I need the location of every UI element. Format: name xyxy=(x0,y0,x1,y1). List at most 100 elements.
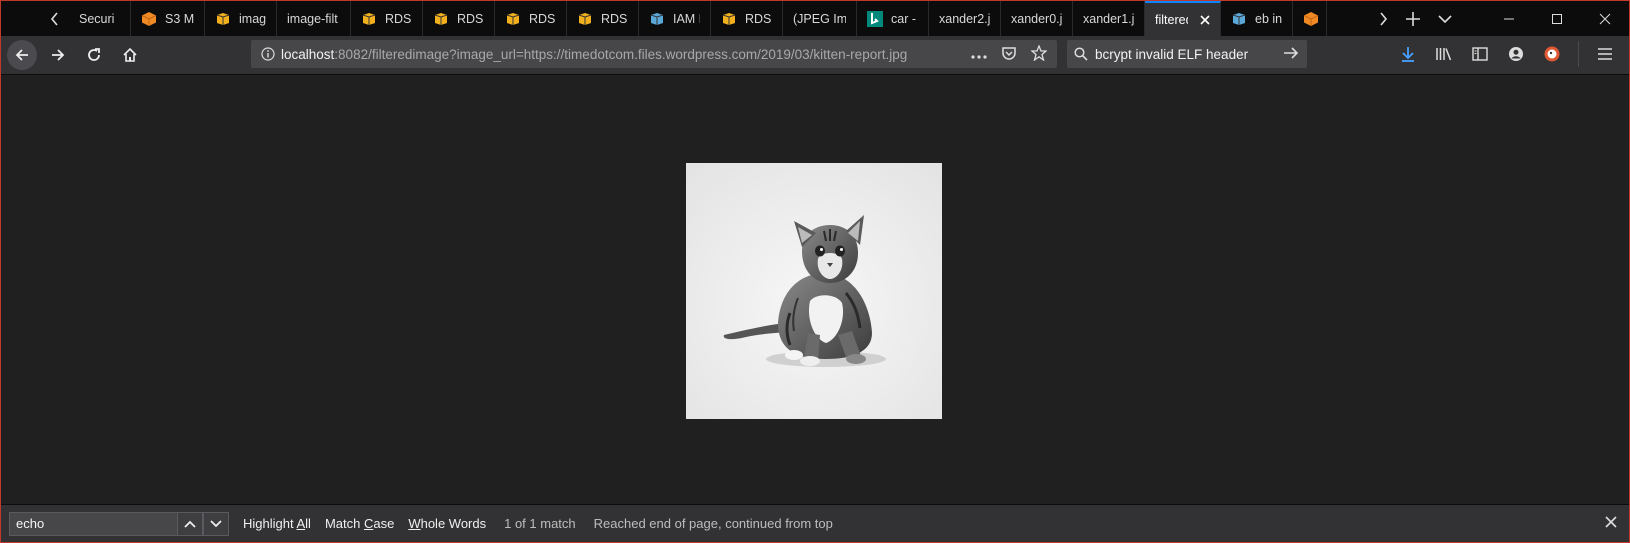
find-next-button[interactable] xyxy=(203,511,229,536)
window-controls xyxy=(1485,1,1629,36)
chevron-left-icon xyxy=(50,11,58,26)
aws-yellow-box-icon xyxy=(505,11,521,27)
page-actions-button[interactable] xyxy=(971,47,987,62)
tab-5[interactable]: RDS · / xyxy=(351,1,423,36)
tab-12[interactable]: car - B xyxy=(857,1,929,36)
tab-8[interactable]: RDS · / xyxy=(567,1,639,36)
chevron-down-icon xyxy=(210,519,222,527)
tab-1[interactable]: Securi xyxy=(69,1,131,36)
minimize-icon xyxy=(1504,18,1514,19)
home-button[interactable] xyxy=(115,40,145,70)
find-bar: Highlight All Match Case Whole Words 1 o… xyxy=(1,504,1629,542)
duckduckgo-extension-button[interactable] xyxy=(1542,44,1562,64)
tab-label: RDS · / xyxy=(457,11,484,26)
back-button[interactable] xyxy=(7,40,37,70)
tab-11[interactable]: (JPEG Imac xyxy=(783,1,857,36)
toolbar-right xyxy=(1398,40,1623,68)
tab-17[interactable]: eb init xyxy=(1221,1,1293,36)
url-bar[interactable]: localhost:8082/filteredimage?image_url=h… xyxy=(251,40,1057,68)
plus-icon xyxy=(1406,11,1420,26)
aws-yellow-box-icon xyxy=(215,11,231,27)
match-case-accesskey: C xyxy=(363,516,374,531)
pocket-button[interactable] xyxy=(1001,45,1017,64)
minimize-button[interactable] xyxy=(1485,1,1533,36)
search-input[interactable]: bcrypt invalid ELF header xyxy=(1095,47,1248,62)
page-content xyxy=(1,75,1629,505)
whole-words-label-end: hole Words xyxy=(420,516,487,531)
new-tab-button[interactable] xyxy=(1397,1,1429,36)
tab-close-button[interactable] xyxy=(1200,12,1210,28)
list-all-tabs-button[interactable] xyxy=(1429,1,1461,36)
close-icon xyxy=(1200,14,1210,25)
library-button[interactable] xyxy=(1434,44,1454,64)
highlight-all-toggle[interactable]: Highlight All xyxy=(243,516,311,531)
tab-16[interactable]: filtered xyxy=(1145,1,1221,36)
tab-scroll-right-button[interactable] xyxy=(1369,1,1397,36)
arrow-left-icon xyxy=(15,49,28,61)
kitten-image xyxy=(686,163,942,419)
highlight-all-label-end: ll xyxy=(305,516,311,531)
bing-icon xyxy=(867,10,883,27)
tab-9[interactable]: IAM D xyxy=(639,1,711,36)
aws-orange-cube-icon xyxy=(1303,11,1319,27)
tab-label: IAM D xyxy=(673,11,700,26)
reload-icon xyxy=(88,48,100,61)
find-input[interactable] xyxy=(9,511,177,536)
tab-10[interactable]: RDS · / xyxy=(711,1,783,36)
tab-13[interactable]: xander2.jp xyxy=(929,1,1001,36)
more-horizontal-icon xyxy=(971,54,987,59)
find-close-button[interactable] xyxy=(1605,515,1617,533)
tab-6[interactable]: RDS · / xyxy=(423,1,495,36)
downloads-button[interactable] xyxy=(1398,44,1418,64)
filtered-kitten-image xyxy=(686,163,942,419)
site-info-icon[interactable] xyxy=(255,47,281,61)
match-case-label-start: Match xyxy=(324,516,364,531)
find-previous-button[interactable] xyxy=(177,511,203,536)
tab-4[interactable]: image-filt xyxy=(277,1,351,36)
tab-label: car - B xyxy=(891,11,918,26)
tab-18[interactable]: A xyxy=(1293,1,1327,36)
find-match-count: 1 of 1 match xyxy=(504,516,576,531)
download-icon xyxy=(1402,47,1414,62)
account-button[interactable] xyxy=(1506,44,1526,64)
whole-words-accesskey: W xyxy=(408,516,421,531)
tab-label: Securi xyxy=(79,11,115,26)
tab-scroll-left-button[interactable] xyxy=(41,1,69,36)
tab-label: RDS · / xyxy=(601,11,628,26)
search-go-button[interactable] xyxy=(1283,46,1299,63)
chevron-right-icon xyxy=(1380,11,1388,26)
tab-label: eb init xyxy=(1255,11,1282,26)
library-icon xyxy=(1436,48,1452,61)
reload-button[interactable] xyxy=(79,40,109,70)
tab-label: S3 Ma xyxy=(165,11,194,26)
close-icon xyxy=(1599,13,1611,24)
sidebar-button[interactable] xyxy=(1470,44,1490,64)
maximize-button[interactable] xyxy=(1533,1,1581,36)
tab-14[interactable]: xander0.jp xyxy=(1001,1,1073,36)
highlight-all-label-start: Highlight xyxy=(243,516,297,531)
search-bar[interactable]: bcrypt invalid ELF header xyxy=(1067,40,1307,68)
aws-yellow-box-icon xyxy=(721,11,737,27)
tab-label: xander2.jp xyxy=(939,11,990,26)
url-host: localhost xyxy=(281,46,335,62)
tab-label: image xyxy=(239,11,266,26)
account-icon xyxy=(1509,47,1523,61)
find-status-message: Reached end of page, continued from top xyxy=(593,516,833,531)
tab-7[interactable]: RDS · / xyxy=(495,1,567,36)
whole-words-toggle[interactable]: Whole Words xyxy=(408,516,486,531)
tab-3[interactable]: image xyxy=(205,1,277,36)
arrow-right-icon xyxy=(52,49,65,61)
match-case-toggle[interactable]: Match Case xyxy=(325,516,394,531)
tab-label: (JPEG Imac xyxy=(793,11,846,26)
aws-blue-box-icon xyxy=(1231,11,1247,27)
bookmark-star-button[interactable] xyxy=(1030,43,1048,64)
tab-label: xander1.jp xyxy=(1083,11,1134,26)
menu-button[interactable] xyxy=(1595,44,1615,64)
home-icon xyxy=(123,47,137,62)
arrow-right-icon xyxy=(1284,46,1299,59)
close-window-button[interactable] xyxy=(1581,1,1629,36)
tab-2[interactable]: S3 Ma xyxy=(131,1,205,36)
forward-button[interactable] xyxy=(43,40,73,70)
chevron-down-icon xyxy=(1438,14,1452,23)
tab-15[interactable]: xander1.jp xyxy=(1073,1,1145,36)
